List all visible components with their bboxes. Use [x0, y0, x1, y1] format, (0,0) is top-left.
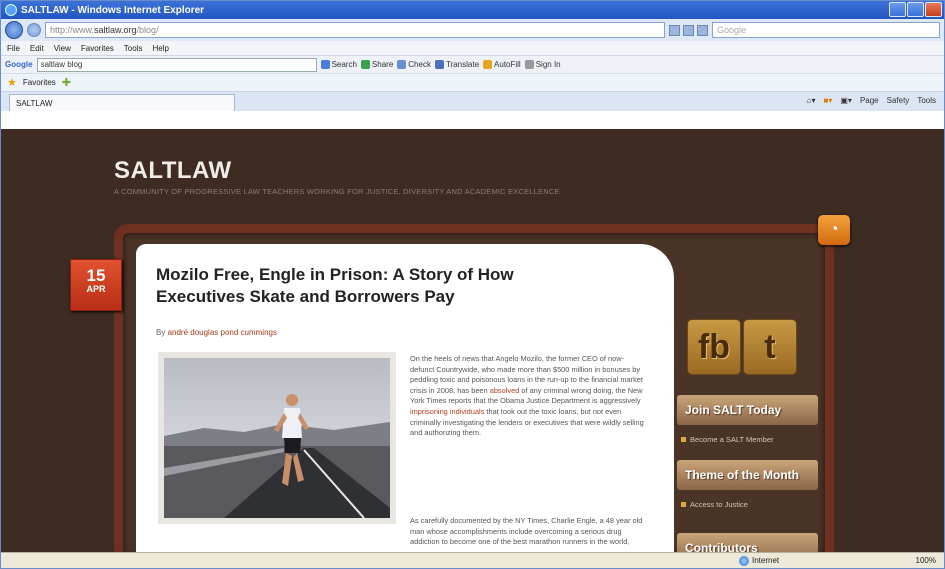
site-title[interactable]: SALTLAW [114, 157, 232, 185]
title-bar: SALTLAW - Windows Internet Explorer [1, 1, 944, 19]
join-salt-heading[interactable]: Join SALT Today [677, 395, 818, 425]
post-byline: By andré douglas pond cummings [156, 328, 277, 337]
tab-bar: SALTLAW ⌂▾ ■▾ ▣▾ Page Safety Tools [1, 91, 944, 111]
browser-window: SALTLAW - Windows Internet Explorer http… [0, 0, 945, 569]
address-scheme: http://www. [50, 25, 95, 35]
address-path: /blog/ [136, 25, 159, 35]
share-button[interactable]: Share [360, 60, 394, 69]
back-button[interactable] [5, 21, 23, 39]
check-label: Check [408, 60, 431, 69]
post-paragraph-1: On the heels of news that Angelo Mozilo,… [410, 354, 646, 439]
blog-post: Mozilo Free, Engle in Prison: A Story of… [136, 244, 674, 554]
theme-heading[interactable]: Theme of the Month [677, 460, 818, 490]
zone-label: Internet [752, 556, 780, 565]
menu-file[interactable]: File [7, 44, 20, 53]
tools-menu[interactable]: Tools [917, 96, 936, 105]
stop-icon[interactable] [697, 24, 708, 36]
google-search-input[interactable]: saltlaw blog [36, 57, 317, 72]
safety-menu[interactable]: Safety [887, 96, 910, 105]
wrench-icon [524, 60, 534, 69]
maximize-button[interactable] [907, 2, 924, 17]
signin-button[interactable]: Sign In [524, 60, 561, 69]
window-title: SALTLAW - Windows Internet Explorer [21, 4, 205, 16]
author-link[interactable]: andré douglas pond cummings [168, 328, 277, 337]
compat-view-icon[interactable] [669, 24, 680, 36]
menu-edit[interactable]: Edit [30, 44, 44, 53]
google-search-button[interactable]: Search [320, 60, 357, 69]
social-buttons: fb t [687, 319, 797, 375]
ie-logo-icon [5, 4, 17, 16]
signin-label: Sign In [535, 60, 561, 69]
address-input[interactable]: http://www. saltlaw.org/blog/ [45, 22, 665, 38]
access-justice-label: Access to Justice [690, 500, 748, 509]
post-title[interactable]: Mozilo Free, Engle in Prison: A Story of… [156, 264, 576, 308]
close-button[interactable] [925, 2, 942, 17]
forward-button[interactable] [27, 23, 41, 37]
site-tagline: A COMMUNITY OF PROGRESSIVE LAW TEACHERS … [114, 187, 560, 196]
contributors-heading[interactable]: Contributors [677, 533, 818, 554]
globe-icon [739, 555, 749, 566]
post-date-badge: 15 APR [70, 259, 122, 311]
menu-help[interactable]: Help [152, 44, 168, 53]
favorites-star-icon[interactable]: ★ [7, 76, 17, 89]
google-search-label: Search [331, 60, 357, 69]
search-input[interactable]: Google [712, 22, 940, 38]
favorites-bar: ★ Favorites ✚ [1, 73, 944, 91]
facebook-icon[interactable]: fb [687, 319, 741, 375]
post-day: 15 [86, 266, 106, 285]
share-label: Share [371, 60, 394, 69]
zoom-level[interactable]: 100% [916, 556, 936, 565]
menu-tools[interactable]: Tools [124, 44, 143, 53]
autofill-icon [483, 60, 493, 69]
byline-prefix: By [156, 328, 166, 337]
add-favorite-icon[interactable]: ✚ [62, 76, 71, 89]
refresh-icon[interactable] [683, 24, 694, 36]
twitter-icon[interactable]: t [743, 319, 797, 375]
post-month: APR [86, 284, 106, 294]
become-member-label: Become a SALT Member [690, 435, 774, 444]
bullet-icon [681, 502, 686, 507]
menu-favorites[interactable]: Favorites [81, 44, 114, 53]
bullet-icon [681, 437, 686, 442]
google-toolbar: Google saltlaw blog Search Share Check T… [1, 55, 944, 73]
runner-photo-image [164, 358, 390, 518]
access-justice-link[interactable]: Access to Justice [681, 500, 748, 509]
spellcheck-icon [397, 60, 407, 69]
security-zone[interactable]: Internet [739, 555, 780, 566]
web-page: SALTLAW A COMMUNITY OF PROGRESSIVE LAW T… [1, 129, 944, 554]
print-icon[interactable]: ▣▾ [840, 96, 852, 105]
google-logo: Google [5, 60, 33, 69]
page-menu[interactable]: Page [860, 96, 879, 105]
tab-saltlaw[interactable]: SALTLAW [9, 94, 235, 111]
menu-bar: File Edit View Favorites Tools Help [1, 41, 944, 55]
autofill-button[interactable]: AutoFill [483, 60, 521, 69]
absolved-link[interactable]: absolved [490, 386, 520, 395]
post-photo [158, 352, 396, 524]
post-paragraph-2: As carefully documented by the NY Times,… [410, 516, 643, 547]
autofill-label: AutoFill [494, 60, 521, 69]
rss-icon[interactable]: ◔ [818, 215, 850, 245]
share-icon [360, 60, 370, 69]
status-bar: Internet 100% [1, 552, 944, 568]
translate-button[interactable]: Translate [434, 60, 480, 69]
command-bar: ⌂▾ ■▾ ▣▾ Page Safety Tools [807, 96, 936, 105]
feeds-icon[interactable]: ■▾ [824, 96, 833, 105]
window-controls [889, 2, 942, 17]
favorites-button[interactable]: Favorites [23, 78, 56, 87]
minimize-button[interactable] [889, 2, 906, 17]
address-domain: saltlaw.org [94, 25, 137, 35]
translate-icon [434, 60, 444, 69]
home-icon[interactable]: ⌂▾ [807, 96, 816, 105]
tab-label: SALTLAW [16, 98, 53, 108]
imprisoning-link[interactable]: imprisoning individuals [410, 407, 484, 416]
menu-view[interactable]: View [54, 44, 71, 53]
search-icon [320, 60, 330, 69]
translate-label: Translate [445, 60, 480, 69]
address-bar-row: http://www. saltlaw.org/blog/ Google [1, 19, 944, 41]
address-icons [669, 24, 708, 36]
become-member-link[interactable]: Become a SALT Member [681, 435, 774, 444]
check-button[interactable]: Check [397, 60, 431, 69]
